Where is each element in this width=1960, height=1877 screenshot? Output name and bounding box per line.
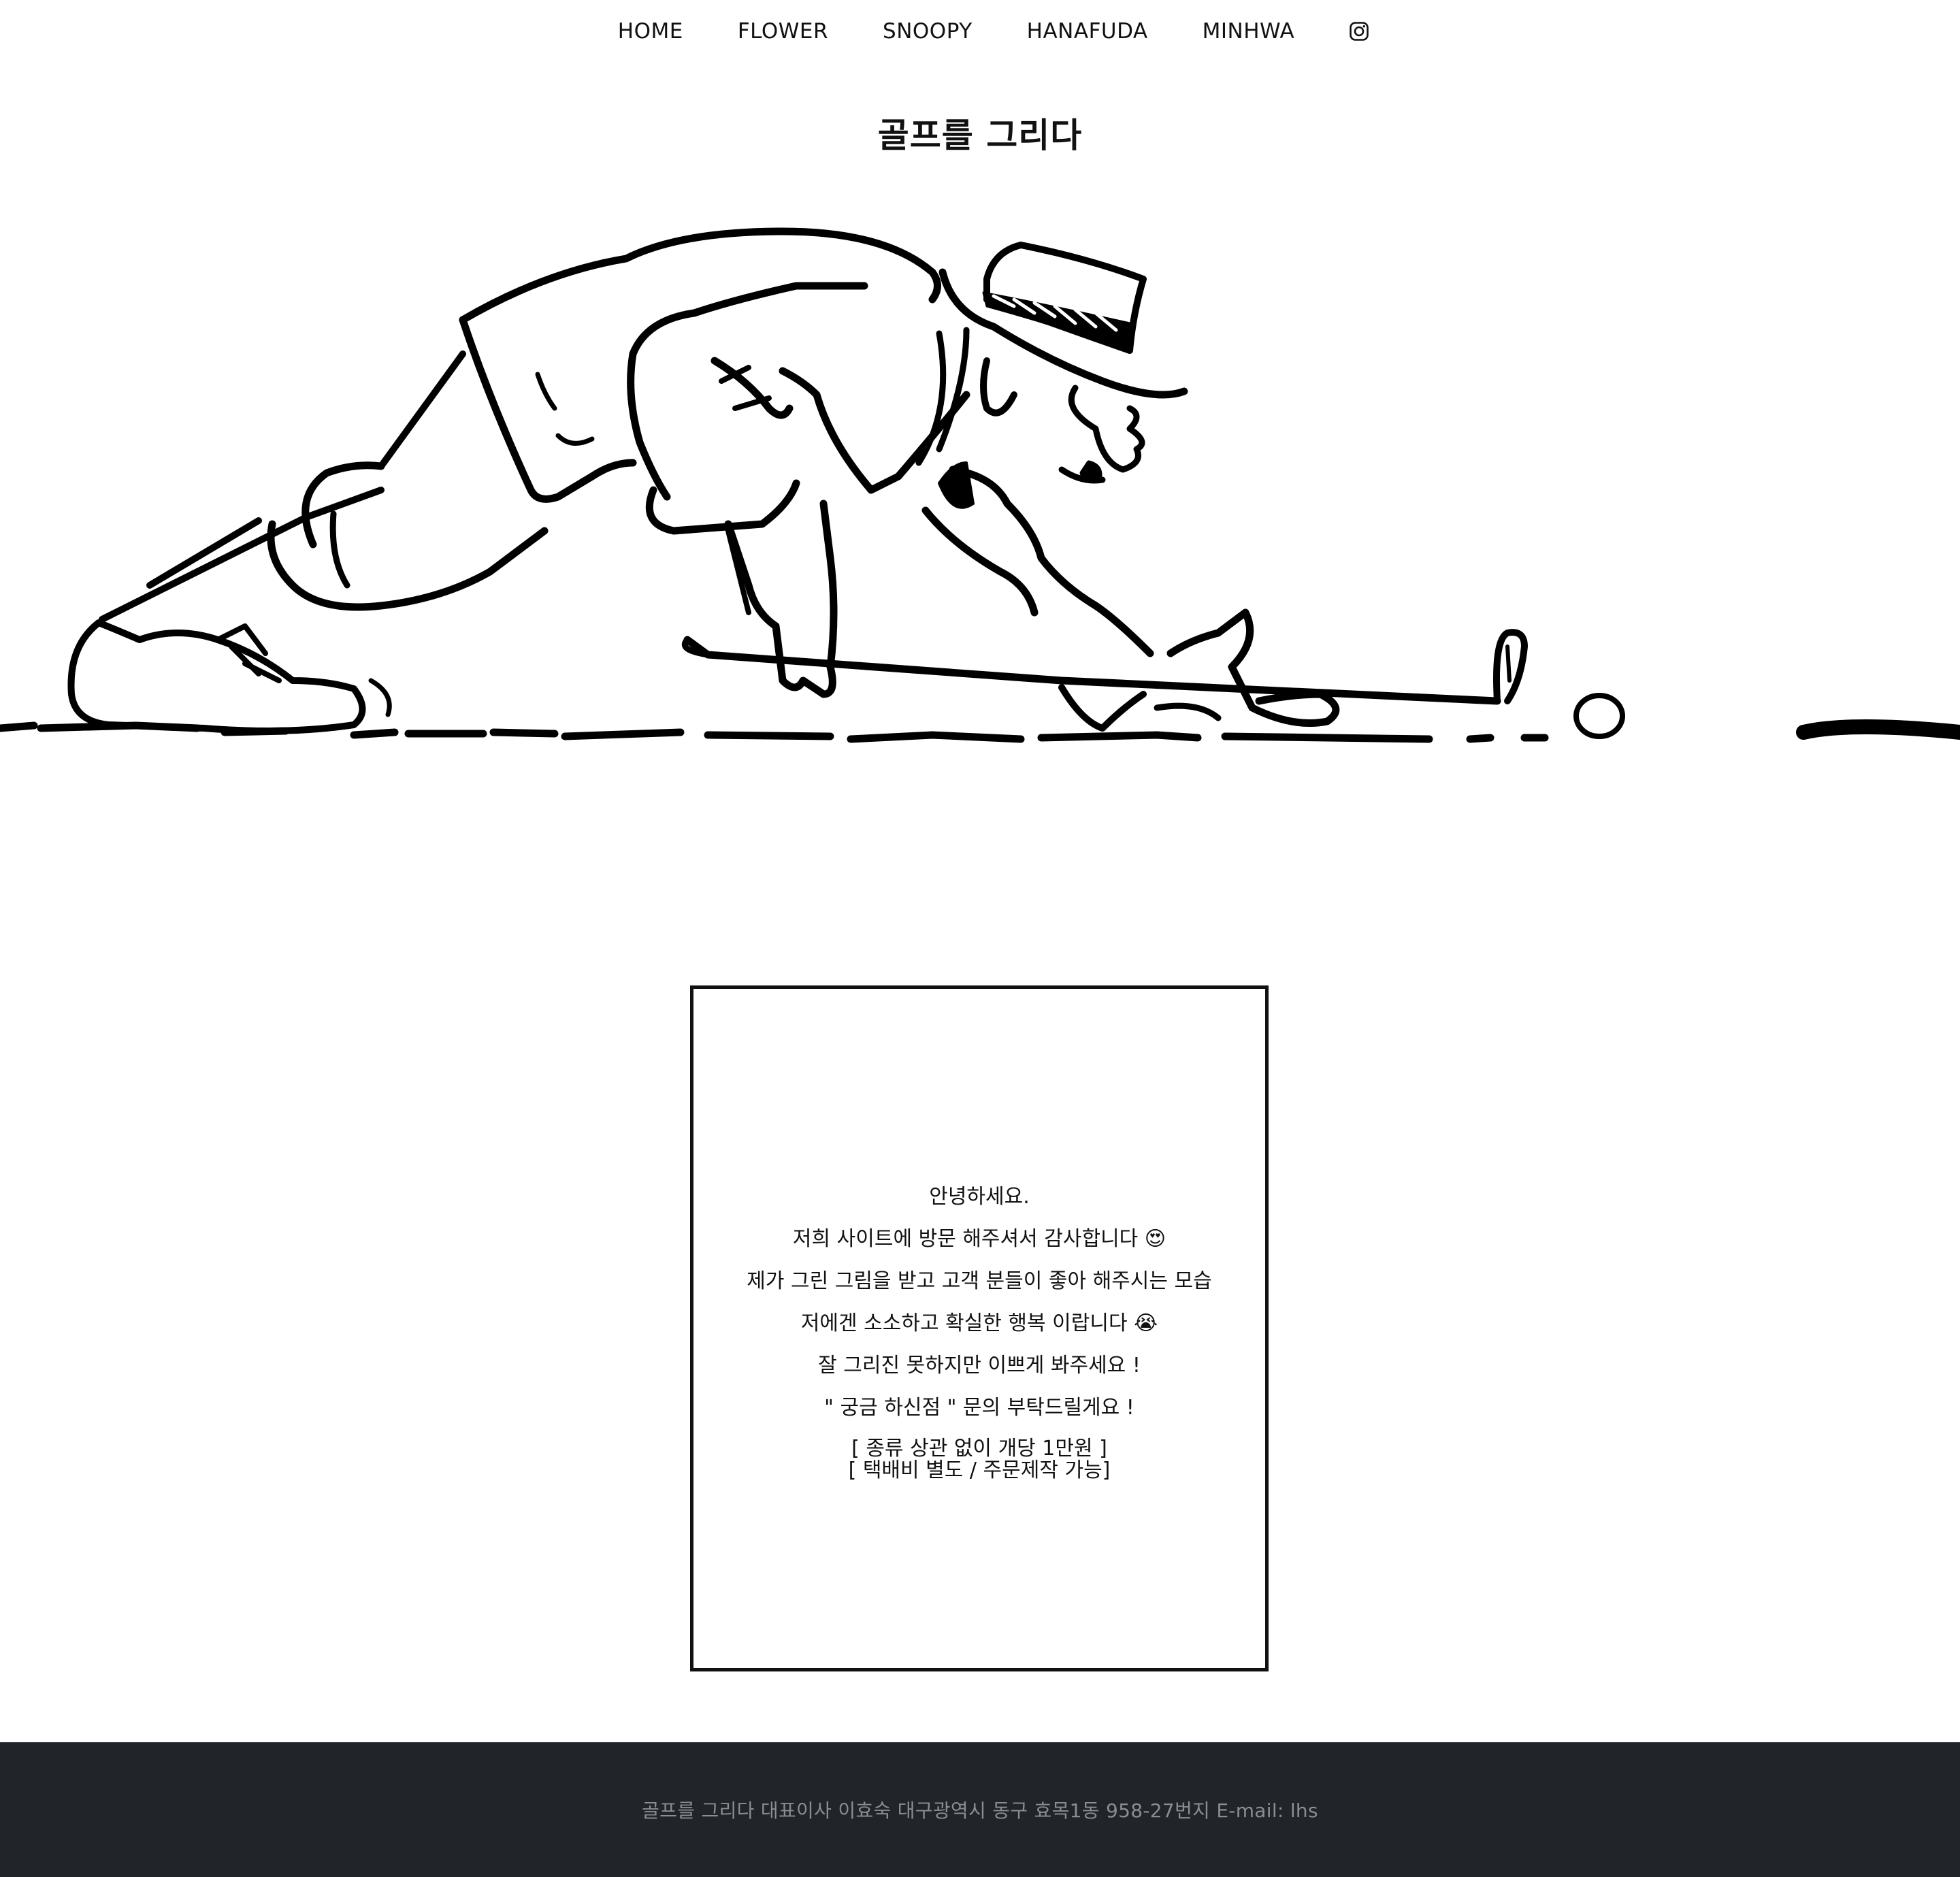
instagram-icon[interactable] (1349, 21, 1369, 42)
greeting-box: 안녕하세요. 저희 사이트에 방문 해주셔서 감사합니다 😍 제가 그린 그림을… (690, 985, 1269, 1671)
nav-snoopy-link[interactable]: SNOOPY (883, 19, 973, 44)
nav-hanafuda-link[interactable]: HANAFUDA (1027, 19, 1148, 44)
greeting-line: 안녕하세요. (929, 1184, 1030, 1209)
nav-minhwa-link[interactable]: MINHWA (1203, 19, 1295, 44)
page-title: 골프를 그리다 (877, 115, 1083, 155)
greeting-line: 제가 그린 그림을 받고 고객 분들이 좋아 해주시는 모습 (747, 1269, 1212, 1293)
greeting-line: " 궁금 하신점 " 문의 부탁드릴게요 ! (824, 1395, 1134, 1420)
greeting-line: 저희 사이트에 방문 해주셔서 감사합니다 😍 (792, 1226, 1166, 1251)
site-footer: 골프를 그리다 대표이사 이효숙 대구광역시 동구 효목1동 958-27번지 … (0, 1742, 1960, 1877)
nav-home-link[interactable]: HOME (618, 19, 683, 44)
price-info: [ 종류 상관 없이 개당 1만원 ] [ 택배비 별도 / 주문제작 가능] (848, 1436, 1111, 1482)
nav-flower-link[interactable]: FLOWER (738, 19, 828, 44)
footer-company-info: 골프를 그리다 대표이사 이효숙 대구광역시 동구 효목1동 958-27번지 … (642, 1799, 1318, 1822)
shipping-line: [ 택배비 별도 / 주문제작 가능] (848, 1458, 1111, 1482)
golfer-line-drawing (0, 204, 1960, 776)
top-navigation: HOME FLOWER SNOOPY HANAFUDA MINHWA (0, 0, 1960, 63)
greeting-line: 저에겐 소소하고 확실한 행복 이랍니다 😭 (800, 1311, 1158, 1335)
price-line: [ 종류 상관 없이 개당 1만원 ] (851, 1436, 1107, 1460)
greeting-line: 잘 그리진 못하지만 이쁘게 봐주세요 ! (818, 1353, 1141, 1377)
